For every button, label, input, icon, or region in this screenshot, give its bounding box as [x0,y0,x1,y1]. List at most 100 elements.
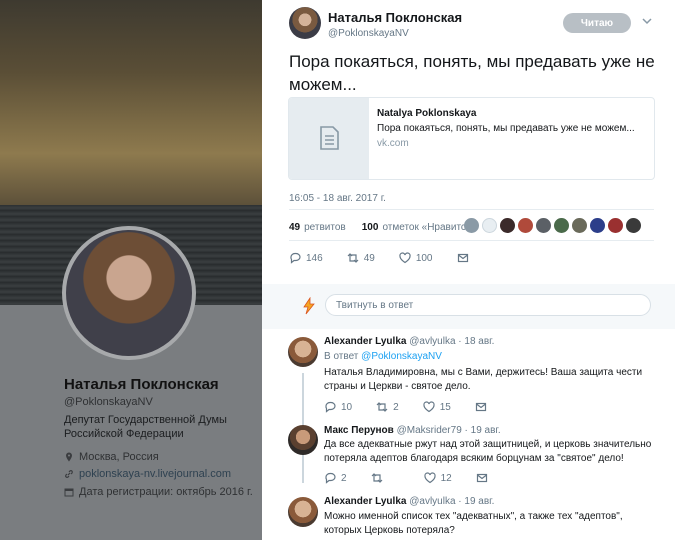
likes-count[interactable]: 100 [362,222,379,233]
tweet-text: Пора покаяться, понять, мы предавать уже… [289,52,655,94]
profile-location-text: Москва, Россия [79,451,159,463]
reply-count: 146 [306,252,323,264]
chevron-down-icon[interactable] [642,17,652,25]
divider [289,240,654,241]
reply-author-name[interactable]: Alexander Lyulka [324,496,406,507]
reply-avatar[interactable] [288,337,318,367]
like-button[interactable]: 15 [423,401,451,413]
reply-header: Макс Перунов @Maksrider79 · 19 авг. [324,425,501,436]
likers-avatars [464,218,641,233]
card-title: Natalya Poklonskaya [377,108,477,119]
liker-avatar[interactable] [590,218,605,233]
liker-avatar[interactable] [518,218,533,233]
liker-avatar[interactable] [626,218,641,233]
reply-author-handle[interactable]: @Maksrider79 [397,425,462,436]
retweet-icon [347,253,359,263]
reply-text: Наталья Владимировна, мы с Вами, держите… [324,367,643,392]
reply-text: Можно именной список тех "адекватных", а… [324,511,623,536]
reply-author-name[interactable]: Макс Перунов [324,425,394,436]
profile-handle: @PoklonskayaNV [64,396,153,408]
author-avatar[interactable] [289,7,321,39]
reply-time[interactable]: · 19 авг. [465,425,501,436]
retweet-button[interactable]: 49 [347,252,375,264]
liker-avatar[interactable] [554,218,569,233]
envelope-icon [475,402,486,412]
heart-icon [423,401,435,413]
following-button[interactable]: Читаю [563,13,631,33]
like-button[interactable]: 100 [399,252,433,264]
envelope-icon [457,253,468,263]
retweet-button[interactable]: 2 [376,401,399,413]
reply-text: Да все адекватные ржут над этой защитниц… [324,439,652,464]
retweet-count: 2 [393,401,399,413]
reply-author-handle[interactable]: @avlyulka [409,496,455,507]
liker-avatar[interactable] [464,218,479,233]
reply-button[interactable]: 10 [324,401,352,413]
like-count: 15 [439,401,451,413]
tweet-actions: 146 49 100 [289,252,493,264]
profile-joined-text: Дата регистрации: октябрь 2016 г. [79,486,253,498]
link-icon [65,470,73,478]
retweet-button[interactable] [371,472,388,484]
direct-message-button[interactable] [475,401,487,413]
tweet-stats: 49 ретвитов 100 отметок «Нравится» [289,222,477,233]
like-button[interactable]: 12 [423,472,452,484]
retweet-icon [376,402,388,412]
reply-icon [325,472,336,484]
reply-actions: 10 2 15 [324,401,511,413]
liker-avatar[interactable] [500,218,515,233]
author-handle[interactable]: @PoklonskayaNV [328,28,409,39]
reply-avatar[interactable] [288,497,318,527]
divider [289,209,654,210]
reply-header: Alexander Lyulka @avlyulka · 18 авг. [324,336,494,347]
profile-website[interactable]: poklonskaya-nv.livejournal.com [64,468,231,480]
reply-header: Alexander Lyulka @avlyulka · 19 авг. [324,496,494,507]
in-reply-handle[interactable]: @PoklonskayaNV [361,351,442,362]
in-reply-to: В ответ @PoklonskayaNV [324,351,442,362]
header-photo-sky [0,0,262,205]
direct-message-button[interactable] [457,252,469,264]
reply-time[interactable]: · 19 авг. [458,496,494,507]
tweet-modal: Наталья Поклонская @PoklonskayaNV Читаю … [262,0,675,540]
author-name[interactable]: Наталья Поклонская [328,10,462,25]
reply-count: 10 [341,401,353,413]
liker-avatar[interactable] [608,218,623,233]
profile-location: Москва, Россия [64,451,159,463]
retweets-count[interactable]: 49 [289,222,300,233]
reply-button[interactable]: 146 [289,252,323,264]
card-domain: vk.com [377,138,409,149]
reply-actions: 2 12 [324,472,512,484]
location-pin-icon [66,452,72,462]
in-reply-prefix: В ответ [324,351,359,362]
reply-author-handle[interactable]: @avlyulka [409,336,455,347]
reply-time[interactable]: · 18 авг. [458,336,494,347]
heart-icon [399,252,411,264]
likes-label[interactable]: отметок «Нравится» [382,222,476,233]
reply-icon [325,401,336,413]
reply-avatar[interactable] [288,425,318,455]
like-count: 100 [415,252,433,264]
calendar-icon [64,488,74,497]
liker-avatar[interactable] [572,218,587,233]
profile-website-link[interactable]: poklonskaya-nv.livejournal.com [79,468,231,480]
like-count: 12 [440,472,452,484]
retweet-icon [371,473,382,483]
tweet-timestamp[interactable]: 16:05 - 18 авг. 2017 г. [289,193,386,204]
liker-avatar[interactable] [482,218,497,233]
card-thumbnail [289,98,369,179]
reply-input[interactable]: Твитнуть в ответ [325,294,651,316]
reply-button[interactable]: 2 [324,472,347,484]
retweet-count: 49 [363,252,375,264]
direct-message-button[interactable] [476,472,488,484]
document-icon [320,126,339,150]
reply-count: 2 [341,472,347,484]
envelope-icon [476,473,487,483]
profile-avatar[interactable] [62,226,196,360]
link-card[interactable]: Natalya Poklonskaya Пора покаяться, поня… [288,97,655,180]
heart-icon [423,472,436,484]
retweets-label[interactable]: ретвитов [304,222,346,233]
profile-name: Наталья Поклонская [64,376,219,393]
card-description: Пора покаяться, понять, мы предавать уже… [377,123,635,134]
reply-author-name[interactable]: Alexander Lyulka [324,336,406,347]
liker-avatar[interactable] [536,218,551,233]
